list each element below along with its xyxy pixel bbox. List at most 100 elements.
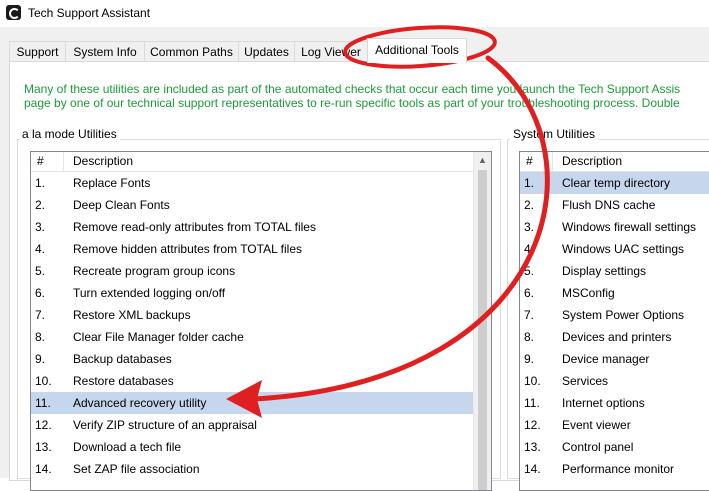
intro-text: Many of these utilities are included as … (24, 82, 709, 110)
system-item-performance-monitor[interactable]: 14. Performance monitor (520, 458, 709, 480)
item-description: Remove hidden attributes from TOTAL file… (73, 242, 302, 256)
item-description: Windows UAC settings (562, 242, 685, 256)
item-description: MSConfig (562, 286, 615, 300)
alamode-list-header: # Description (31, 152, 491, 172)
alamode-utilities-list[interactable]: # Description 1. Replace Fonts 2. Deep Clea… (30, 151, 492, 491)
system-item-msconfig[interactable]: 6. MSConfig (520, 282, 709, 304)
column-header-number[interactable]: # (37, 154, 44, 168)
item-description: Event viewer (562, 418, 631, 432)
item-description: Display settings (562, 264, 647, 278)
item-number: 6. (35, 286, 46, 300)
scroll-thumb[interactable] (478, 170, 487, 490)
column-header-description[interactable]: Description (562, 154, 622, 168)
item-number: 10. (524, 374, 541, 388)
alamode-group-label: a la mode Utilities (19, 127, 120, 141)
system-item-windows-firewall-settings[interactable]: 3. Windows firewall settings (520, 216, 709, 238)
item-description: Devices and printers (562, 330, 672, 344)
item-number: 2. (35, 198, 46, 212)
item-number: 1. (35, 176, 46, 190)
app-logo-icon (6, 5, 21, 20)
system-item-system-power-options[interactable]: 7. System Power Options (520, 304, 709, 326)
item-description: Restore databases (73, 374, 174, 388)
system-item-flush-dns-cache[interactable]: 2. Flush DNS cache (520, 194, 709, 216)
system-item-windows-uac-settings[interactable]: 4. Windows UAC settings (520, 238, 709, 260)
tab-common-paths[interactable]: Common Paths (144, 41, 239, 61)
system-item-internet-options[interactable]: 11. Internet options (520, 392, 709, 414)
intro-line-2: page by one of our technical support rep… (24, 96, 680, 110)
title-bar: Tech Support Assistant (0, 0, 709, 27)
tab-log-viewer[interactable]: Log Viewer (294, 41, 368, 61)
item-description: Turn extended logging on/off (73, 286, 226, 300)
alamode-item-remove-hidden-attributes-from-total-files[interactable]: 4. Remove hidden attributes from TOTAL fi… (31, 238, 474, 260)
item-number: 7. (524, 308, 535, 322)
alamode-item-set-zap-file-association[interactable]: 14. Set ZAP file association (31, 458, 474, 480)
item-description: Performance monitor (562, 462, 675, 476)
item-number: 6. (524, 286, 535, 300)
item-number: 10. (35, 374, 52, 388)
item-description: Deep Clean Fonts (73, 198, 170, 212)
item-number: 7. (35, 308, 46, 322)
item-number: 4. (524, 242, 535, 256)
system-item-services[interactable]: 10. Services (520, 370, 709, 392)
tab-additional-tools[interactable]: Additional Tools (367, 38, 467, 63)
column-divider (63, 152, 64, 171)
item-number: 1. (524, 176, 535, 190)
alamode-item-verify-zip-structure-of-an-appraisal[interactable]: 12. Verify ZIP structure of an appraisal (31, 414, 474, 436)
alamode-item-download-a-tech-file[interactable]: 13. Download a tech file (31, 436, 474, 458)
alamode-item-recreate-program-group-icons[interactable]: 5. Recreate program group icons (31, 260, 474, 282)
item-number: 3. (524, 220, 535, 234)
system-item-control-panel[interactable]: 13. Control panel (520, 436, 709, 458)
system-group-label: System Utilities (510, 127, 599, 141)
item-number: 9. (35, 352, 46, 366)
item-description: Recreate program group icons (73, 264, 236, 278)
item-description: Device manager (562, 352, 650, 366)
system-utilities-list[interactable]: # Description 1. Clear temp directory 2. Fl… (519, 151, 709, 491)
item-number: 5. (35, 264, 46, 278)
tab-support[interactable]: Support (9, 41, 66, 61)
item-number: 2. (524, 198, 535, 212)
item-description: Windows firewall settings (562, 220, 697, 234)
item-description: Flush DNS cache (562, 198, 656, 212)
item-description: Download a tech file (73, 440, 182, 454)
alamode-item-backup-databases[interactable]: 9. Backup databases (31, 348, 474, 370)
alamode-item-replace-fonts[interactable]: 1. Replace Fonts (31, 172, 474, 194)
system-list-header: # Description (520, 152, 709, 172)
item-description: Verify ZIP structure of an appraisal (73, 418, 257, 432)
alamode-scrollbar[interactable]: ▲ (473, 152, 491, 490)
system-item-display-settings[interactable]: 5. Display settings (520, 260, 709, 282)
tab-panel-additional-tools: Many of these utilities are included as … (9, 61, 709, 491)
scroll-up-arrow-icon[interactable]: ▲ (474, 152, 491, 169)
item-number: 11. (524, 396, 540, 410)
item-description: Backup databases (73, 352, 172, 366)
item-description: Services (562, 374, 609, 388)
alamode-item-deep-clean-fonts[interactable]: 2. Deep Clean Fonts (31, 194, 474, 216)
item-description: Replace Fonts (73, 176, 151, 190)
item-description: System Power Options (562, 308, 685, 322)
system-item-clear-temp-directory[interactable]: 1. Clear temp directory (520, 172, 709, 194)
item-description: Clear File Manager folder cache (73, 330, 244, 344)
item-number: 5. (524, 264, 535, 278)
item-number: 13. (524, 440, 541, 454)
item-number: 14. (524, 462, 541, 476)
column-header-number[interactable]: # (526, 154, 533, 168)
item-number: 11. (35, 396, 51, 410)
main-window: Support System Info Common Paths Updates… (0, 27, 709, 491)
column-header-description[interactable]: Description (73, 154, 133, 168)
alamode-item-remove-read-only-attributes-from-total-files[interactable]: 3. Remove read-only attributes from TOTAL… (31, 216, 474, 238)
system-item-event-viewer[interactable]: 12. Event viewer (520, 414, 709, 436)
alamode-item-advanced-recovery-utility[interactable]: 11. Advanced recovery utility (31, 392, 474, 414)
item-number: 12. (35, 418, 52, 432)
tab-system-info[interactable]: System Info (65, 41, 145, 61)
alamode-item-restore-xml-backups[interactable]: 7. Restore XML backups (31, 304, 474, 326)
system-item-device-manager[interactable]: 9. Device manager (520, 348, 709, 370)
item-description: Restore XML backups (73, 308, 191, 322)
alamode-item-turn-extended-logging-on-off[interactable]: 6. Turn extended logging on/off (31, 282, 474, 304)
item-description: Control panel (562, 440, 634, 454)
tab-updates[interactable]: Updates (238, 41, 295, 61)
system-item-devices-and-printers[interactable]: 8. Devices and printers (520, 326, 709, 348)
alamode-item-restore-databases[interactable]: 10. Restore databases (31, 370, 474, 392)
item-number: 4. (35, 242, 46, 256)
item-description: Internet options (562, 396, 645, 410)
alamode-item-clear-file-manager-folder-cache[interactable]: 8. Clear File Manager folder cache (31, 326, 474, 348)
column-divider (552, 152, 553, 171)
